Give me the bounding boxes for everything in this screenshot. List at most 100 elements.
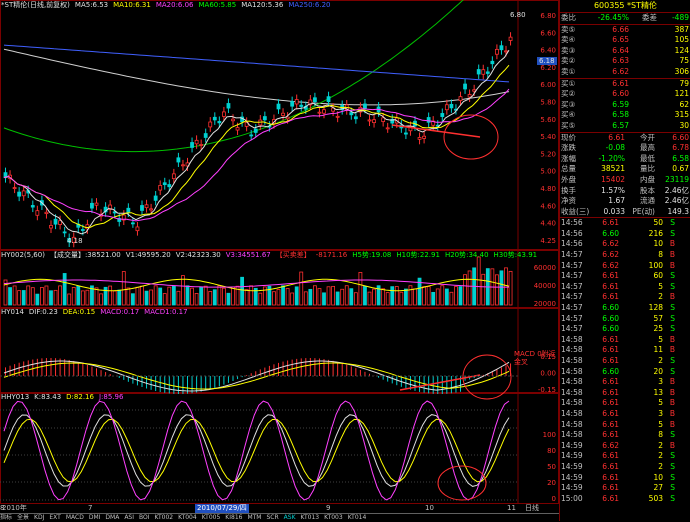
tick-direction: S — [670, 303, 675, 313]
candle-body — [449, 103, 454, 109]
volume-bar — [358, 272, 363, 306]
tick-time: 14:59 — [561, 472, 583, 482]
indicator-tab[interactable]: ASI — [124, 514, 134, 521]
tick-price: 6.62 — [602, 440, 619, 450]
tick-time: 14:58 — [561, 345, 583, 355]
volume-bar — [431, 291, 436, 306]
order-volume: 30 — [679, 120, 689, 130]
volume_panel-legend-item: 【买卖差】 — [275, 251, 311, 259]
volume-bar — [408, 285, 413, 306]
stat-label: 今开 — [640, 132, 655, 142]
macd_panel-legend-item: MACD:0.17 — [100, 308, 140, 316]
volume-bar — [317, 288, 322, 306]
price-axis-label: 6.20 — [540, 64, 556, 72]
indicator-tab[interactable]: KI816 — [225, 514, 242, 521]
tick-price: 6.62 — [602, 239, 619, 249]
volume-bar — [231, 286, 235, 306]
indicator-tab[interactable]: KDJ — [34, 514, 44, 521]
tick-volume: 216 — [648, 228, 663, 238]
price_panel-legend-item: *ST精伦(日线,前复权) — [1, 1, 70, 9]
macd_panel-legend-item: MACD1:0.17 — [144, 308, 188, 316]
indicator-tab[interactable]: BOI — [139, 514, 150, 521]
tick-row: 14:57 6.60 25 S — [560, 324, 690, 335]
indicator-tab[interactable]: 指标 — [0, 514, 12, 521]
tick-list[interactable]: 14:56 6.61 50 S 14:56 6.60 216 S 14:56 6.62 10 B 14:… — [560, 217, 690, 504]
price-axis-label: 6.60 — [540, 29, 556, 37]
tick-row: 14:58 6.61 5 B — [560, 398, 690, 409]
stat-value: 6.60 — [672, 132, 689, 142]
indicator-tab[interactable]: ASK — [284, 514, 296, 521]
weibi-row: 委比 -26.45% 委差 -489 — [561, 13, 689, 22]
tick-direction: S — [670, 366, 675, 376]
date-label: 9 — [326, 504, 331, 512]
tick-price: 6.62 — [602, 260, 619, 270]
price_panel-legend-item: MA120:5.36 — [241, 1, 284, 9]
stat-value: 2.46亿 — [664, 185, 689, 195]
volume-bar — [363, 286, 367, 306]
volume-bar — [53, 289, 58, 306]
stat-value: 6.61 — [608, 132, 625, 142]
tick-volume: 5 — [658, 419, 663, 429]
indicator-tab[interactable]: KT002 — [155, 514, 174, 521]
indicator-tab[interactable]: MTM — [247, 514, 261, 521]
price-axis-label: 5.80 — [540, 99, 556, 107]
indicator-tab[interactable]: MACD — [66, 514, 84, 521]
stat-row: 外盘 15402 内盘 23119 — [560, 175, 690, 186]
volume-bar — [403, 288, 408, 306]
indicator-tab[interactable]: KT003 — [324, 514, 343, 521]
candle-body — [199, 144, 204, 146]
tick-volume: 5 — [658, 334, 663, 344]
tick-row: 14:57 6.61 60 S — [560, 271, 690, 282]
tick-price: 6.61 — [602, 334, 619, 344]
indicator-tab[interactable]: DMA — [105, 514, 119, 521]
candle-body — [181, 164, 185, 167]
candle-body — [62, 231, 67, 234]
chart-canvas[interactable]: 6.80 6.60 6.40 6.20 6.00 5.80 5.60 5.40 5.20 5.00… — [0, 0, 559, 521]
stat-value: 0.67 — [672, 164, 689, 174]
tick-time: 14:57 — [561, 281, 583, 291]
date-cursor-label: 2010/07/29/四 — [195, 504, 249, 513]
tick-time: 14:57 — [561, 260, 583, 270]
order-price: 6.64 — [612, 45, 629, 55]
tick-volume: 2 — [658, 440, 663, 450]
volume-bar — [99, 293, 103, 306]
tick-volume: 2 — [658, 356, 663, 365]
candle-body — [153, 195, 158, 201]
indicator-tab[interactable]: KT014 — [348, 514, 367, 521]
tick-volume: 503 — [648, 493, 663, 503]
indicator-tab[interactable]: 全景 — [17, 514, 29, 521]
indicator-tab[interactable]: DMI — [89, 514, 101, 521]
indicator-tab[interactable]: KT013 — [301, 514, 320, 521]
quote-panel: 600355 *ST精伦 委比 -26.45% 委差 -489 卖⑤ 6.66 38… — [559, 0, 690, 521]
tick-price: 6.61 — [602, 292, 619, 302]
order-label: 买② — [561, 89, 576, 99]
tick-direction: S — [670, 451, 675, 461]
stat-label: 净资 — [561, 196, 576, 206]
tick-direction: B — [669, 408, 675, 418]
stat-label: 最高 — [640, 143, 655, 153]
volume-bar — [153, 285, 158, 306]
candle-body — [476, 69, 481, 75]
tick-price: 6.60 — [602, 228, 619, 238]
order-price: 6.59 — [612, 99, 629, 109]
tick-direction: B — [669, 387, 675, 397]
indicator-tab[interactable]: KT004 — [178, 514, 197, 521]
order-label: 卖④ — [561, 35, 576, 45]
chart-area[interactable]: 6.80 6.60 6.40 6.20 6.00 5.80 5.60 5.40 5.20 5.00… — [0, 0, 559, 522]
candle-body — [35, 210, 40, 216]
tick-row: 14:57 6.61 2 B — [560, 292, 690, 303]
volume-bar — [44, 285, 49, 306]
macd_panel-legend-item: HY014 — [1, 308, 24, 316]
tick-price: 6.60 — [602, 366, 619, 376]
tick-row: 14:58 6.61 13 B — [560, 388, 690, 399]
tick-time: 14:57 — [561, 250, 583, 260]
volume-bar — [85, 289, 90, 306]
volume-bar — [112, 290, 117, 306]
indicator-tab[interactable]: KT005 — [202, 514, 221, 521]
indicator-tab[interactable]: EXT — [49, 514, 60, 521]
stat-label: 股本 — [640, 185, 655, 195]
tick-row: 14:59 6.62 2 B — [560, 441, 690, 452]
indicator-tab[interactable]: SCR — [266, 514, 278, 521]
bid-list: 买① 6.61 79 买② 6.60 121 买③ 6.59 62 买④ 6.58 315 买⑤ 6.57… — [560, 77, 690, 132]
stat-value: 6.78 — [672, 143, 689, 153]
